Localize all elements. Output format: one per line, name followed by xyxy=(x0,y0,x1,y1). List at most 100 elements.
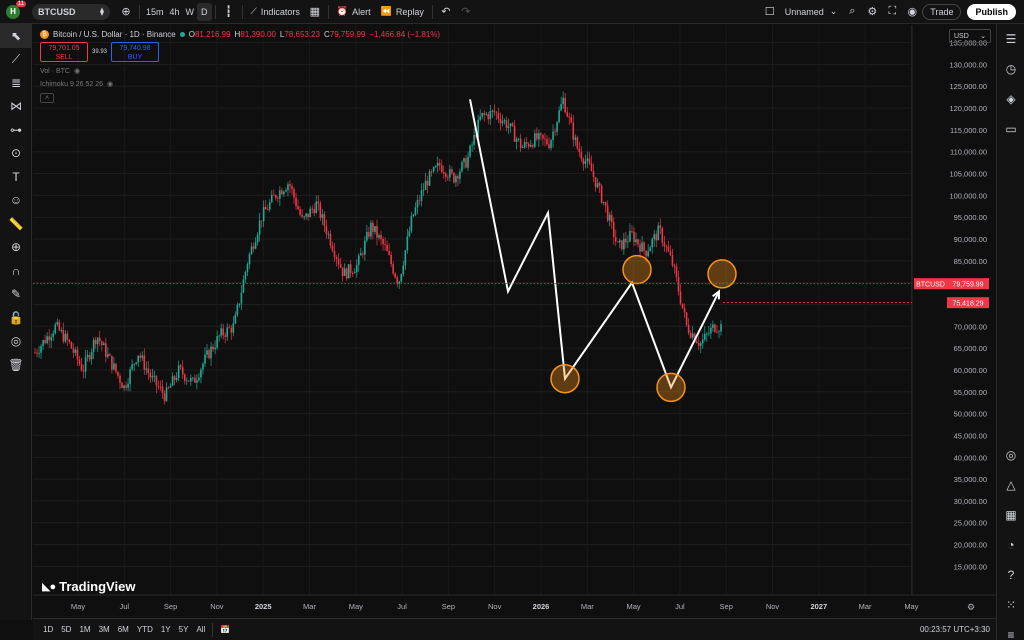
magnet-icon[interactable]: ∩ xyxy=(0,259,32,283)
timeframe-d[interactable]: D xyxy=(197,2,212,21)
candle-body xyxy=(568,116,571,118)
collapse-legend-button[interactable]: ˄ xyxy=(40,93,54,103)
measure-icon[interactable]: ⊙ xyxy=(0,142,32,166)
candle-body xyxy=(408,231,411,237)
candle-body xyxy=(98,337,101,342)
sell-button[interactable]: 79,701.05 SELL xyxy=(40,42,88,62)
alerts-clock-icon[interactable]: ◷ xyxy=(997,54,1024,84)
cursor-icon[interactable]: ⬉ xyxy=(0,24,32,48)
range-1y[interactable]: 1Y xyxy=(157,625,175,634)
date-range-icon[interactable]: 📅 xyxy=(216,625,234,634)
fullscreen-icon[interactable]: ⛶ xyxy=(882,2,902,22)
candle-body xyxy=(236,304,239,315)
watchlist-icon[interactable]: ☰ xyxy=(997,24,1024,54)
zoom-icon[interactable]: ⊕ xyxy=(0,236,32,260)
eye-icon[interactable]: ◉ xyxy=(74,67,80,75)
eye-icon[interactable]: ◎ xyxy=(0,330,32,354)
trash-icon[interactable]: 🗑 xyxy=(0,353,32,377)
range-1m[interactable]: 1M xyxy=(75,625,94,634)
btcusd-price-tag: BTCUSD 79,759.99 xyxy=(914,278,989,290)
ichimoku-indicator[interactable]: Ichimoku 9 26 52 26 ◉ xyxy=(40,80,440,89)
chat-icon[interactable]: ▭ xyxy=(997,114,1024,144)
range-all[interactable]: All xyxy=(192,625,209,634)
forecast-icon[interactable]: ⊶ xyxy=(0,118,32,142)
range-5d[interactable]: 5D xyxy=(57,625,75,634)
eye-icon[interactable]: ◉ xyxy=(107,80,113,88)
chevron-down-icon: ⌄ xyxy=(829,6,838,16)
candle-body xyxy=(232,323,235,333)
symbol-search[interactable]: BTCUSD ⧫ xyxy=(32,3,110,20)
axis-settings-icon[interactable]: ⚙ xyxy=(967,602,975,612)
ruler-icon[interactable]: 📏 xyxy=(0,212,32,236)
user-avatar[interactable]: H 11 xyxy=(6,0,26,19)
camera-icon[interactable]: ◉ xyxy=(902,2,922,22)
layout-name-button[interactable]: Unnamed ⌄ xyxy=(780,1,843,23)
candle-body xyxy=(331,245,334,251)
add-symbol-icon[interactable]: ⊕ xyxy=(116,2,136,22)
price-tick-label: 55,000.00 xyxy=(954,388,987,397)
time-tick-label: Mar xyxy=(303,602,316,611)
timeframe-15m[interactable]: 15m xyxy=(143,7,167,17)
candle-body xyxy=(513,126,516,142)
emoji-icon[interactable]: ☺ xyxy=(0,189,32,213)
apps-icon[interactable]: ⁙ xyxy=(997,590,1024,620)
menu-icon[interactable]: ≡ xyxy=(997,620,1024,640)
candle-body xyxy=(56,322,59,325)
candle-body xyxy=(554,131,556,133)
text-icon[interactable]: T xyxy=(0,165,32,189)
buy-button[interactable]: 79,740.98 BUY xyxy=(111,42,160,62)
right-sidebar: ☰ ◷ ◈ ▭ ◎ △ ▦ ◔ ? ⁙ ≡ xyxy=(996,24,1024,640)
ideas-icon[interactable]: △ xyxy=(997,470,1024,500)
lock-pencil-icon[interactable]: ✎ xyxy=(0,283,32,307)
range-1d[interactable]: 1D xyxy=(39,625,57,634)
clock[interactable]: 00:23:57 UTC+3:30 xyxy=(920,625,990,634)
layout-checkbox-icon[interactable]: ☐ xyxy=(760,2,780,22)
range-ytd[interactable]: YTD xyxy=(133,625,157,634)
candles-icon[interactable]: ┇ xyxy=(219,2,239,22)
compass-icon[interactable]: ◎ xyxy=(997,440,1024,470)
quick-search-icon[interactable]: ⌕ xyxy=(842,2,862,22)
tradingview-logo[interactable]: ◣● TradingView xyxy=(42,579,135,594)
candle-body xyxy=(52,333,55,337)
currency-selector[interactable]: USD ⌄ xyxy=(949,29,991,43)
templates-icon[interactable]: ▦ xyxy=(305,2,325,22)
pattern-icon[interactable]: ⋈ xyxy=(0,95,32,119)
publish-button[interactable]: Publish xyxy=(967,3,1016,20)
range-5y[interactable]: 5Y xyxy=(175,625,193,634)
candle-body xyxy=(544,138,546,140)
candle-body xyxy=(398,281,401,284)
zigzag-line xyxy=(469,99,720,390)
candle-body xyxy=(451,169,453,173)
calendar-icon[interactable]: ▦ xyxy=(997,500,1024,530)
candle-body xyxy=(153,375,156,377)
last-price-tag: 79,759.99 xyxy=(952,282,983,289)
redo-icon[interactable]: ↷ xyxy=(456,2,476,22)
candle-body xyxy=(515,139,518,142)
candle-body xyxy=(633,231,635,243)
timeframe-w[interactable]: W xyxy=(183,7,198,17)
range-6m[interactable]: 6M xyxy=(114,625,133,634)
volume-indicator[interactable]: Vol · BTC ◉ xyxy=(40,67,440,76)
indicators-button[interactable]: ⟋ Indicators xyxy=(246,1,305,23)
undo-icon[interactable]: ↶ xyxy=(436,2,456,22)
candle-body xyxy=(562,97,564,105)
trade-button[interactable]: Trade xyxy=(922,3,962,20)
replay-button[interactable]: ⏪ Replay xyxy=(376,1,429,23)
candle-body xyxy=(453,172,455,183)
candle-body xyxy=(485,114,488,115)
candle-body xyxy=(712,324,714,328)
settings-gear-icon[interactable]: ⚙ xyxy=(862,2,882,22)
fib-icon[interactable]: ≣ xyxy=(0,71,32,95)
layers-icon[interactable]: ◈ xyxy=(997,84,1024,114)
candle-body xyxy=(606,205,609,221)
alert-button[interactable]: ⏰ Alert xyxy=(332,1,376,23)
help-icon[interactable]: ? xyxy=(997,560,1024,590)
candle-body xyxy=(653,234,656,240)
range-3m[interactable]: 3M xyxy=(95,625,114,634)
trend-line-icon[interactable]: ⟋ xyxy=(0,48,32,72)
price-chart[interactable]: 15,000.00 20,000.00 25,000.00 30,000.00 35,0… xyxy=(33,25,996,617)
timeframe-4h[interactable]: 4h xyxy=(167,7,183,17)
candle-body xyxy=(461,162,463,172)
lock-icon[interactable]: 🔓 xyxy=(0,306,32,330)
notifications-icon[interactable]: ◔ xyxy=(997,530,1024,560)
